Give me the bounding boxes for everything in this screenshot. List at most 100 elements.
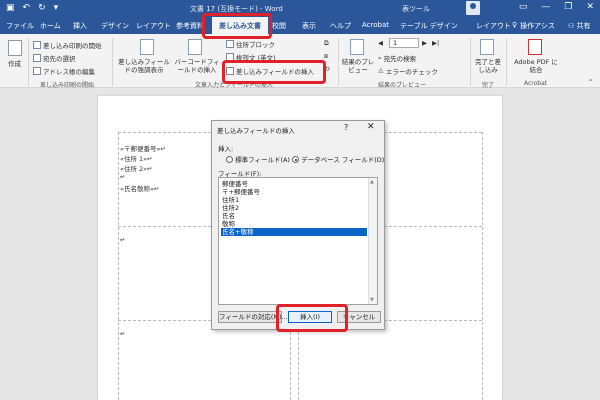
tell-me-box[interactable]: ♀ 操作アシス xyxy=(512,21,555,31)
save-icon[interactable]: ▣ xyxy=(6,3,15,13)
tell-me-label: 操作アシス xyxy=(520,22,555,30)
check-errors-button[interactable]: ⚠ エラーのチェック xyxy=(378,66,438,76)
address-block-label: 住所ブロック xyxy=(236,41,275,49)
create-button[interactable]: 作成 xyxy=(8,58,21,68)
cell-end-mark: ↵ xyxy=(120,236,126,244)
rules-icon[interactable]: ⧉ xyxy=(324,39,329,48)
error-check-icon: ⚠ xyxy=(378,67,384,75)
find-recipient-button[interactable]: ⌕ 宛先の検索 xyxy=(378,53,417,64)
tab-review[interactable]: 校閲 xyxy=(272,21,286,31)
share-button[interactable]: ⚇ 共有 xyxy=(568,21,591,31)
address-block-button[interactable]: 住所ブロック xyxy=(226,39,275,49)
field-item-address2[interactable]: 住所2 xyxy=(221,204,367,212)
preview-results-button[interactable]: 結果のプレビュー xyxy=(341,58,375,74)
adobe-pdf-button[interactable]: Adobe PDF に結合 xyxy=(512,58,560,74)
field-item-postal[interactable]: 郵便番号 xyxy=(221,180,367,188)
barcode-field-button[interactable]: バーコードフィールドの挿入 xyxy=(174,58,220,74)
start-merge-label: 差し込み印刷の開始 xyxy=(43,42,102,50)
tab-insert[interactable]: 挿入 xyxy=(73,21,87,31)
envelope-icon[interactable] xyxy=(8,40,22,56)
next-record-icon[interactable]: ▶ xyxy=(422,39,427,47)
highlight-fields-button[interactable]: 差し込みフィールドの強調表示 xyxy=(118,58,170,74)
tab-view[interactable]: 表示 xyxy=(302,21,316,31)
tab-layout[interactable]: レイアウト xyxy=(136,21,171,31)
cell-end-mark: ↵ xyxy=(120,330,126,338)
highlight-mailings-tab xyxy=(202,13,272,39)
field-item-name[interactable]: 氏名 xyxy=(221,212,367,220)
minimize-icon[interactable]: — xyxy=(541,2,550,12)
edit-list-button[interactable]: アドレス帳の編集 xyxy=(33,66,95,76)
address-block-icon xyxy=(226,40,234,48)
highlight-insert-field-button xyxy=(222,60,326,84)
tab-home[interactable]: ホーム xyxy=(40,21,61,31)
barcode-icon[interactable] xyxy=(188,39,202,55)
check-errors-label: エラーのチェック xyxy=(385,68,438,76)
highlight-insert-button xyxy=(276,304,348,332)
redo-icon[interactable]: ↻ xyxy=(38,3,46,13)
select-recipients-button[interactable]: 宛先の選択 xyxy=(33,53,76,63)
field-item-name-title[interactable]: 氏名+敬称 xyxy=(221,228,367,236)
tab-acrobat[interactable]: Acrobat xyxy=(362,21,389,29)
separator xyxy=(112,38,113,86)
lightbulb-icon: ♀ xyxy=(512,21,518,29)
merge-field-address2[interactable]: «住所 2»↵ xyxy=(120,163,153,173)
edit-list-icon xyxy=(33,67,41,75)
field-list[interactable]: 郵便番号 〒+郵便番号 住所1 住所2 氏名 敬称 氏名+敬称 xyxy=(218,177,378,305)
merge-field-postal[interactable]: «〒郵便番号»↵ xyxy=(120,143,166,153)
finish-merge-icon[interactable] xyxy=(480,39,494,55)
table-gridline xyxy=(118,132,119,400)
restore-icon[interactable]: ❐ xyxy=(564,2,572,12)
separator xyxy=(470,38,471,86)
match-fields-button[interactable]: フィールドの対応(M)... xyxy=(218,311,288,323)
database-fields-label: データベース フィールド(D) xyxy=(301,156,385,164)
user-avatar[interactable] xyxy=(466,1,480,15)
help-icon[interactable]: ? xyxy=(344,123,348,132)
search-icon: ⌕ xyxy=(378,53,382,62)
field-item-address1[interactable]: 住所1 xyxy=(221,196,367,204)
close-window-icon[interactable]: ✕ xyxy=(586,2,594,12)
undo-icon[interactable]: ↶ xyxy=(23,3,31,13)
first-record-icon[interactable]: ◀ xyxy=(378,39,383,47)
ribbon-tab-bar: ファイル ホーム 挿入 デザイン レイアウト 参考資料 差し込み文書 校閲 表示… xyxy=(0,17,600,34)
highlight-fields-icon[interactable] xyxy=(140,39,154,55)
merge-field-name-title[interactable]: «氏名敬称»↵ xyxy=(120,183,159,193)
title-bar: ▣ ↶ ↻ ▾ 文書 17 (互換モード) - Word 表ツール ▭ — ❐ … xyxy=(0,0,600,17)
tab-table-layout[interactable]: レイアウト xyxy=(476,21,511,31)
radio-selected-icon xyxy=(292,156,299,163)
separator xyxy=(506,38,507,86)
finish-merge-button[interactable]: 完了と差し込み xyxy=(474,58,502,74)
tab-design[interactable]: デザイン xyxy=(101,21,129,31)
recipients-icon xyxy=(33,54,41,62)
separator xyxy=(338,38,339,86)
match-fields-icon[interactable]: ⧈ xyxy=(324,52,328,61)
contextual-tools-label: 表ツール xyxy=(402,5,430,13)
tab-references[interactable]: 参考資料 xyxy=(176,21,204,31)
standard-fields-label: 標準フィールド(A) xyxy=(235,156,290,164)
share-icon: ⚇ xyxy=(568,22,575,30)
adobe-pdf-icon[interactable] xyxy=(528,39,542,55)
merge-field-address1[interactable]: «住所 1»↵ xyxy=(120,153,153,163)
tab-help[interactable]: ヘルプ xyxy=(330,21,351,31)
start-merge-button[interactable]: 差し込み印刷の開始 xyxy=(33,40,102,50)
share-label: 共有 xyxy=(576,22,591,30)
field-item-postal-mark[interactable]: 〒+郵便番号 xyxy=(221,188,367,196)
preview-icon[interactable] xyxy=(350,39,364,55)
empty-paragraph[interactable]: ↵ xyxy=(120,173,125,181)
edit-list-label: アドレス帳の編集 xyxy=(43,68,95,76)
list-scrollbar[interactable] xyxy=(368,178,377,304)
customize-qat-icon[interactable]: ▾ xyxy=(54,3,59,13)
find-recipient-label: 宛先の検索 xyxy=(383,55,417,63)
last-record-icon[interactable]: ▶| xyxy=(432,39,439,47)
ribbon-display-icon[interactable]: ▭ xyxy=(519,2,528,12)
window-controls: ▭ — ❐ ✕ xyxy=(519,2,594,12)
standard-fields-radio[interactable]: 標準フィールド(A) xyxy=(226,154,290,164)
table-gridline xyxy=(482,132,483,400)
collapse-ribbon-icon[interactable]: ⌃ xyxy=(588,78,593,86)
dialog-title: 差し込みフィールドの挿入 xyxy=(217,127,295,135)
tab-file[interactable]: ファイル xyxy=(6,21,34,31)
close-icon[interactable]: ✕ xyxy=(367,122,375,132)
tab-table-design[interactable]: テーブル デザイン xyxy=(400,21,458,31)
record-number-input[interactable]: 1 xyxy=(389,38,419,48)
field-item-title[interactable]: 敬称 xyxy=(221,220,367,228)
database-fields-radio[interactable]: データベース フィールド(D) xyxy=(292,154,384,164)
